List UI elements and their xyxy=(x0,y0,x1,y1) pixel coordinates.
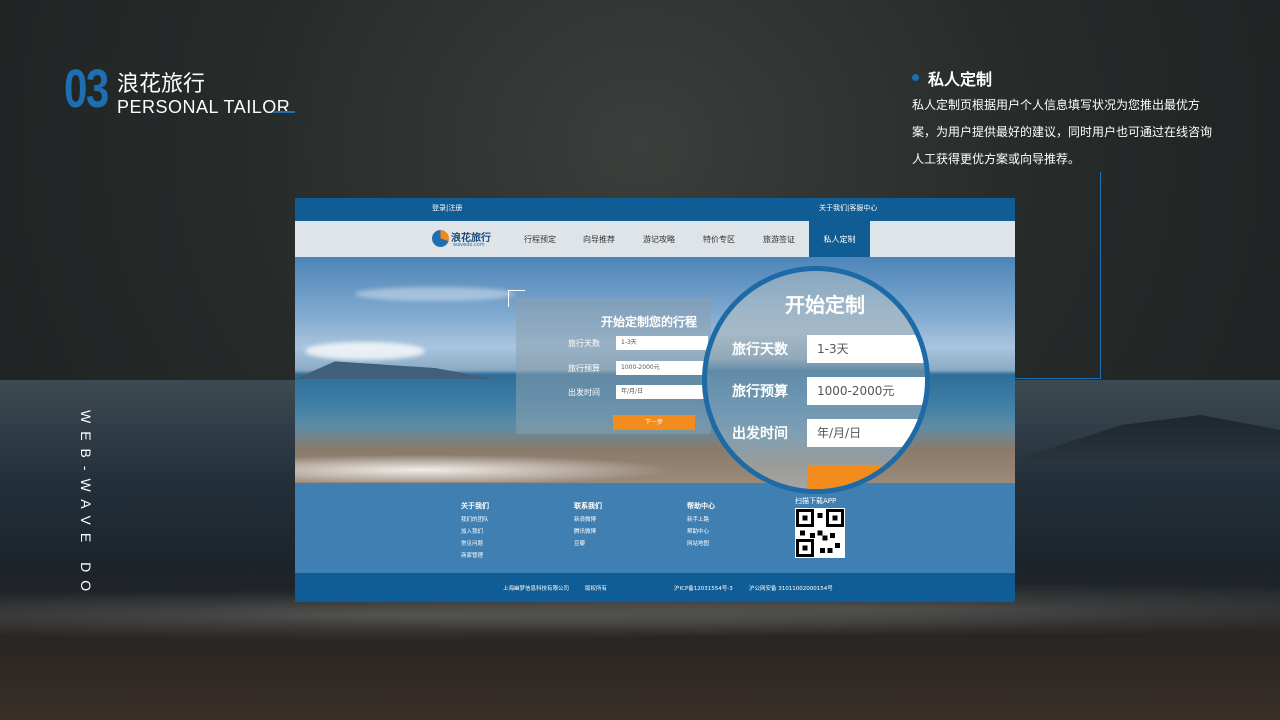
mock-topbar: 登录|注册 关于我们|客服中心 xyxy=(295,198,1015,221)
about-help-link[interactable]: 关于我们|客服中心 xyxy=(819,203,877,213)
nav-item-visa[interactable]: 旅游签证 xyxy=(763,234,795,245)
mock-navbar: 浪花旅行 wavedo.com 行程预定 向导推荐 游记攻略 特价专区 旅游签证… xyxy=(295,221,1015,257)
callout-line-vertical xyxy=(1100,172,1101,379)
cloud xyxy=(355,287,515,301)
mock-bottombar: 上海幽梦信息科技有限公司 版权所有 沪ICP备12031554号-3 沪公网安备… xyxy=(295,573,1015,602)
police-number: 沪公网安备 31011002000154号 xyxy=(749,586,833,592)
footer-link[interactable]: 常见问题 xyxy=(461,539,483,547)
magnifier-budget-input: 1000-2000元 xyxy=(807,377,925,405)
title-underline xyxy=(273,111,295,113)
next-step-button[interactable]: 下一步 xyxy=(613,415,695,430)
footer-link[interactable]: 新手上路 xyxy=(687,515,709,523)
nav-item-itinerary[interactable]: 行程预定 xyxy=(524,234,556,245)
footer-link[interactable]: 加入我们 xyxy=(461,527,483,535)
side-vertical-text: WEB-WAVE DO xyxy=(78,410,94,600)
magnifier-lens: 开始定制 旅行天数 旅行预算 出发时间 1-3天 1000-2000元 年/月/… xyxy=(702,266,930,494)
magnifier-date-input: 年/月/日 xyxy=(807,419,925,447)
magnifier-budget-label: 旅行预算 xyxy=(732,384,788,400)
footer-link[interactable]: 帮助中心 xyxy=(687,527,709,535)
bullet-dot-icon xyxy=(912,74,919,81)
mock-footer: 关于我们 我们的团队 加入我们 常见问题 商家管理 联系我们 新浪微博 腾讯微博… xyxy=(295,483,1015,573)
days-input[interactable]: 1-3天 xyxy=(616,336,708,350)
budget-label: 旅行预算 xyxy=(568,364,600,373)
nav-item-personal-tailor-label: 私人定制 xyxy=(823,235,856,244)
footer-col-help-title: 帮助中心 xyxy=(687,502,715,510)
cloud xyxy=(305,342,425,360)
footer-link[interactable]: 商家管理 xyxy=(461,551,483,559)
nav-item-guide[interactable]: 向导推荐 xyxy=(583,234,615,245)
callout-line-horizontal xyxy=(1015,378,1101,379)
feature-title: 私人定制 xyxy=(928,70,993,89)
footer-link[interactable]: 豆瓣 xyxy=(574,539,585,547)
date-label: 出发时间 xyxy=(568,388,600,397)
icp-number: 沪ICP备12031554号-3 xyxy=(674,586,733,592)
magnifier-title: 开始定制 xyxy=(785,293,865,317)
footer-link[interactable]: 网站地图 xyxy=(687,539,709,547)
feature-description: 私人定制页根据用户个人信息填写状况为您推出最优方案，为用户提供最好的建议，同时用… xyxy=(912,98,1213,166)
budget-input[interactable]: 1000-2000元 xyxy=(616,361,708,375)
footer-col-contact-title: 联系我们 xyxy=(574,502,602,510)
magnifier-days-input: 1-3天 xyxy=(807,335,925,363)
nav-item-personal-tailor[interactable]: 私人定制 xyxy=(809,221,870,257)
section-number: 03 xyxy=(64,59,109,119)
footer-link[interactable]: 腾讯微博 xyxy=(574,527,596,535)
qr-title: 扫描下载APP xyxy=(795,497,837,505)
company-name: 上海幽梦信息科技有限公司 xyxy=(503,586,570,592)
qr-code-icon xyxy=(795,508,845,558)
footer-link[interactable]: 新浪微博 xyxy=(574,515,596,523)
nav-item-deals[interactable]: 特价专区 xyxy=(703,234,735,245)
rights-text: 版权所有 xyxy=(585,586,608,592)
wave-foam xyxy=(295,452,715,482)
days-label: 旅行天数 xyxy=(568,339,600,348)
logo-domain: wavedo.com xyxy=(453,242,485,248)
form-title: 开始定制您的行程 xyxy=(601,315,698,329)
wave-logo-icon xyxy=(432,230,449,247)
magnifier-days-label: 旅行天数 xyxy=(732,342,788,358)
footer-col-about-title: 关于我们 xyxy=(461,502,489,510)
magnifier-date-label: 出发时间 xyxy=(732,426,788,442)
logo[interactable]: 浪花旅行 wavedo.com xyxy=(432,229,496,253)
footer-link[interactable]: 我们的团队 xyxy=(461,515,489,523)
magnifier-next-button xyxy=(807,465,925,489)
mountain xyxy=(295,361,495,379)
section-title-en: PERSONAL TAILOR xyxy=(117,97,291,117)
section-title-cn: 浪花旅行 xyxy=(117,72,206,97)
nav-item-travelogue[interactable]: 游记攻略 xyxy=(643,234,675,245)
login-register-link[interactable]: 登录|注册 xyxy=(432,203,462,213)
date-input[interactable]: 年/月/日 xyxy=(616,385,708,399)
